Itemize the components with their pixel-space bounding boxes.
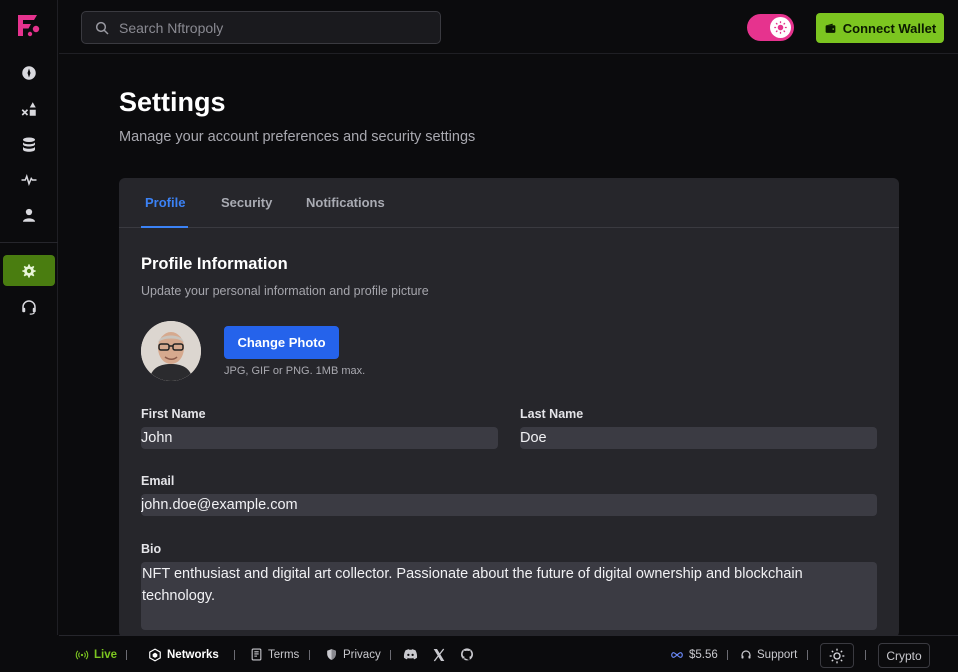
shield-icon — [327, 649, 336, 660]
compass-icon — [22, 66, 36, 80]
last-name-label: Last Name — [520, 407, 584, 421]
support-label: Support — [757, 648, 798, 661]
connect-wallet-button[interactable]: Connect Wallet — [816, 13, 944, 43]
live-label: Live — [94, 648, 118, 661]
footer: Live Networks Terms Privacy $5.56 Suppor… — [59, 635, 958, 672]
network-icon — [149, 647, 161, 662]
theme-button[interactable] — [820, 643, 854, 668]
last-name-field[interactable] — [520, 427, 877, 449]
broadcast-icon — [75, 650, 89, 659]
live-status: Live — [75, 636, 117, 672]
page-subtitle: Manage your account preferences and secu… — [119, 129, 476, 145]
sidebar-item-collections[interactable] — [0, 94, 58, 124]
gear-icon — [22, 263, 36, 278]
github-icon — [461, 647, 473, 660]
x-link[interactable] — [431, 636, 447, 672]
discord-link[interactable] — [402, 636, 419, 672]
topbar: Connect Wallet — [59, 0, 958, 54]
sun-icon — [829, 648, 845, 663]
support-link[interactable]: Support — [740, 636, 797, 672]
activity-icon — [21, 173, 37, 186]
user-icon — [23, 208, 35, 222]
bio-label: Bio — [141, 542, 162, 556]
tab-security[interactable]: Security — [221, 195, 272, 210]
currency-button[interactable]: Crypto — [878, 643, 930, 668]
wallet-icon — [825, 23, 836, 33]
search-input[interactable] — [119, 19, 419, 36]
footer-separator — [865, 650, 866, 660]
section-subtitle: Update your personal information and pro… — [141, 284, 429, 298]
token-price-value: $5.56 — [689, 648, 718, 661]
footer-separator — [807, 650, 808, 660]
sidebar — [0, 0, 58, 635]
networks-link[interactable]: Networks — [148, 636, 219, 672]
settings-card: Profile Security Notifications Profile I… — [119, 178, 899, 638]
github-link[interactable] — [459, 636, 475, 672]
avatar — [141, 321, 201, 381]
headset-icon — [741, 649, 751, 658]
sidebar-item-explore[interactable] — [0, 58, 58, 88]
tab-notifications[interactable]: Notifications — [306, 195, 385, 210]
privacy-label: Privacy — [343, 648, 381, 661]
sidebar-item-profile[interactable] — [0, 200, 58, 230]
terms-label: Terms — [268, 648, 300, 661]
sun-icon — [774, 21, 787, 34]
app-root: Connect Wallet Settings Manage your acco… — [0, 0, 958, 672]
email-field[interactable] — [141, 494, 877, 516]
theme-toggle[interactable] — [747, 14, 794, 41]
database-icon — [23, 137, 35, 152]
search-bar[interactable] — [81, 11, 441, 44]
photo-hint: JPG, GIF or PNG. 1MB max. — [224, 365, 366, 377]
connect-wallet-label: Connect Wallet — [842, 20, 937, 36]
networks-label: Networks — [167, 648, 219, 661]
terms-link[interactable]: Terms — [250, 636, 299, 672]
x-icon — [433, 648, 445, 661]
sidebar-item-activity[interactable] — [0, 165, 58, 195]
footer-separator — [727, 650, 728, 660]
nftropoly-logo[interactable] — [15, 12, 43, 40]
change-photo-button[interactable]: Change Photo — [224, 326, 339, 359]
active-tab-indicator — [141, 226, 188, 228]
search-icon — [95, 21, 109, 35]
shapes-icon — [21, 102, 36, 116]
section-title: Profile Information — [141, 255, 288, 273]
privacy-link[interactable]: Privacy — [325, 636, 381, 672]
tab-profile[interactable]: Profile — [145, 195, 185, 210]
first-name-label: First Name — [141, 407, 206, 421]
footer-separator — [390, 650, 391, 660]
bio-textarea[interactable]: NFT enthusiast and digital art collector… — [141, 562, 877, 630]
infinity-icon — [671, 651, 683, 658]
sidebar-item-support[interactable] — [0, 292, 58, 322]
footer-separator — [126, 650, 127, 660]
sidebar-item-data[interactable] — [0, 130, 58, 160]
footer-separator — [234, 650, 235, 660]
footer-separator — [309, 650, 310, 660]
toggle-knob — [770, 17, 791, 38]
headset-icon — [22, 300, 36, 315]
token-price: $5.56 — [670, 636, 718, 672]
sidebar-item-settings[interactable] — [3, 255, 55, 286]
first-name-field[interactable] — [141, 427, 498, 449]
page-title: Settings — [119, 87, 226, 117]
email-label: Email — [141, 474, 175, 488]
document-icon — [251, 648, 262, 661]
discord-icon — [403, 649, 418, 660]
sidebar-divider — [0, 242, 58, 243]
settings-tabs: Profile Security Notifications — [119, 178, 899, 228]
